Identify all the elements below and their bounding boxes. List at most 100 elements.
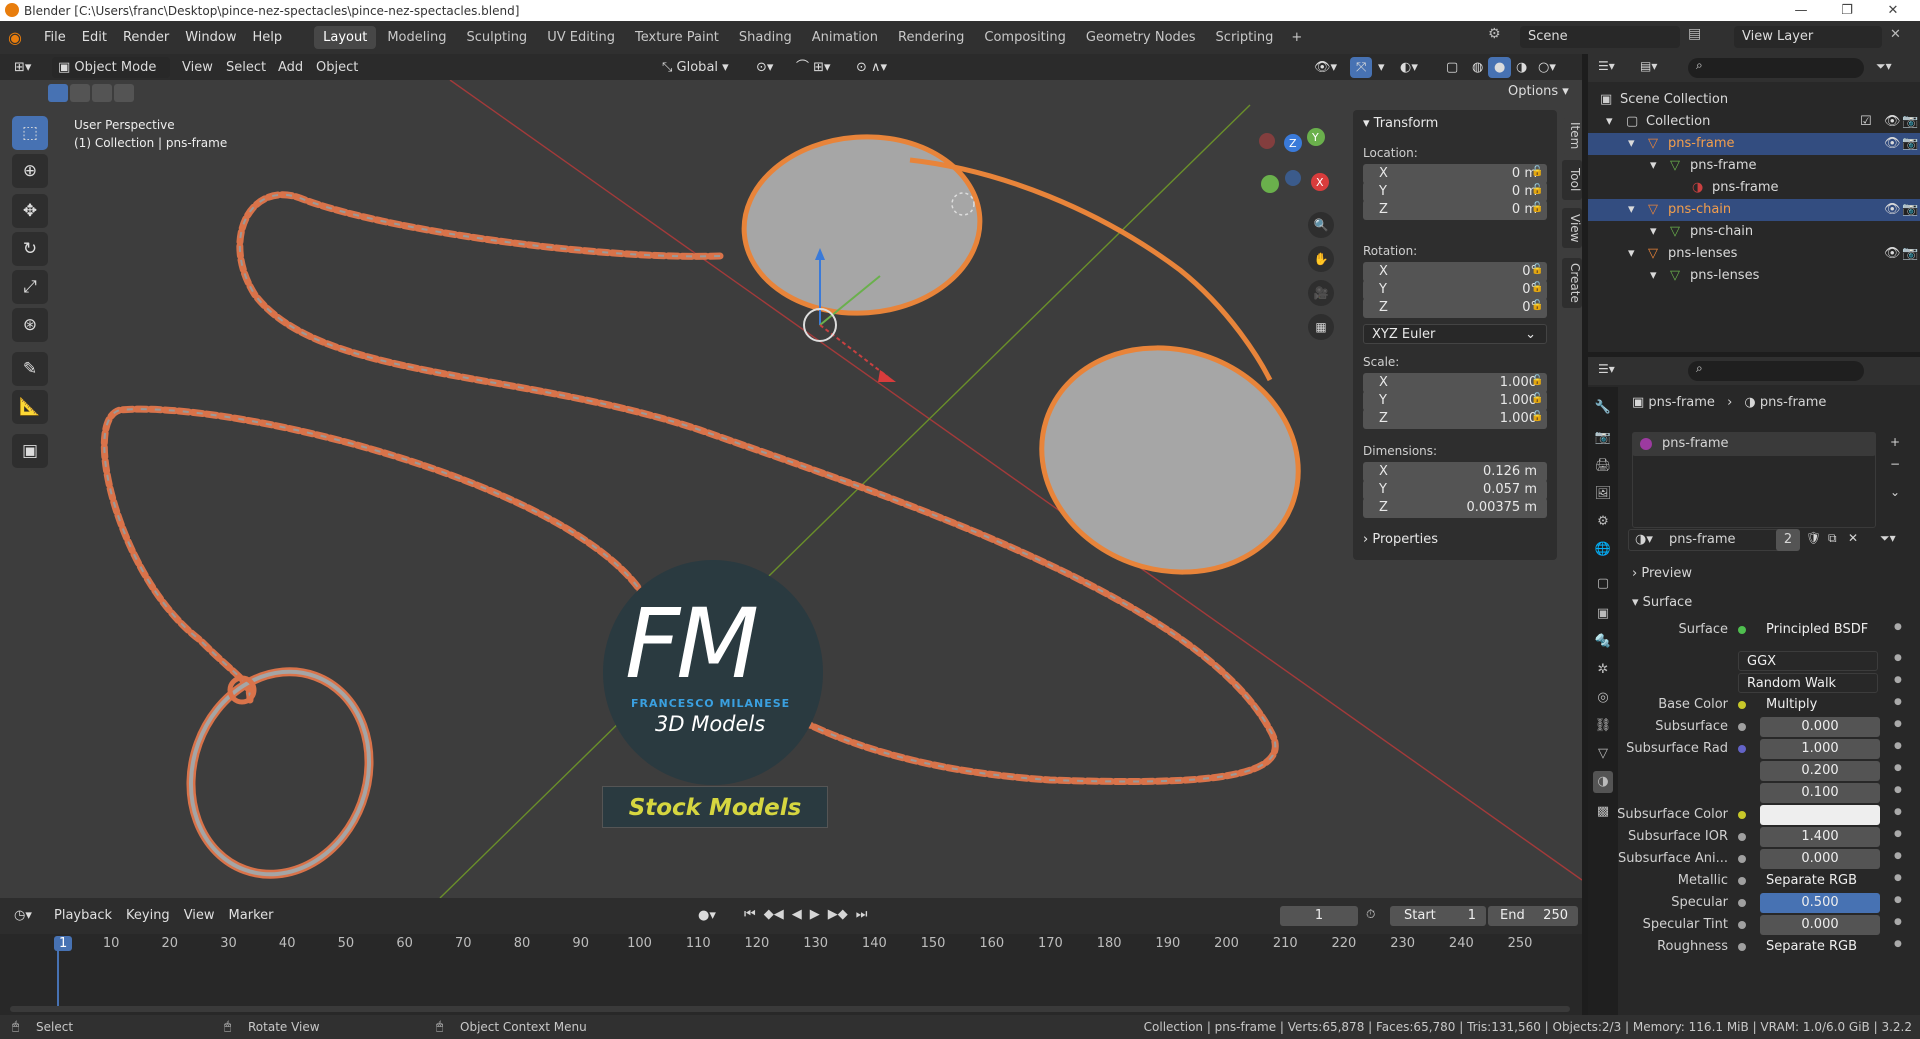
- tab-rendering[interactable]: Rendering: [889, 26, 973, 49]
- expand-icon[interactable]: ▾: [1606, 111, 1613, 133]
- camera-icon[interactable]: 📷: [1902, 133, 1918, 155]
- tab-scripting[interactable]: Scripting: [1207, 26, 1283, 49]
- visibility-icon[interactable]: 👁▾: [1308, 57, 1343, 78]
- lock-icon[interactable]: 🔓: [1531, 202, 1543, 213]
- duplicate-material-icon[interactable]: ⧉: [1828, 531, 1837, 546]
- record-icon[interactable]: ●▾: [692, 905, 722, 926]
- next-keyframe-icon[interactable]: ▶◆: [828, 907, 848, 922]
- outliner-row[interactable]: ▣ Scene Collection: [1588, 89, 1920, 111]
- keyframe-dot-icon[interactable]: ●: [1894, 719, 1902, 729]
- select-box-tool[interactable]: ⬚: [12, 116, 48, 150]
- overlay-icon[interactable]: ◐▾: [1394, 57, 1424, 78]
- select-new-icon[interactable]: [48, 84, 68, 102]
- menu-window[interactable]: Window: [177, 21, 244, 54]
- preview-panel-header[interactable]: › Preview: [1632, 566, 1692, 581]
- timeline-menu-view[interactable]: View: [180, 905, 219, 926]
- move-tool[interactable]: ✥: [12, 194, 48, 228]
- constraints-tab-icon[interactable]: ⛓: [1593, 715, 1613, 737]
- lock-icon[interactable]: 🔓: [1531, 264, 1543, 275]
- keyframe-dot-icon[interactable]: ●: [1894, 622, 1902, 632]
- menu-select[interactable]: Select: [220, 57, 272, 78]
- location-z-field[interactable]: Z0 m: [1363, 200, 1547, 220]
- jump-end-icon[interactable]: ⏭: [856, 907, 868, 922]
- socket-icon[interactable]: [1738, 745, 1746, 753]
- lock-icon[interactable]: 🔓: [1531, 166, 1543, 177]
- zoom-icon[interactable]: 🔍: [1308, 212, 1334, 238]
- menu-file[interactable]: File: [36, 21, 74, 54]
- collection-tab-icon[interactable]: ▢: [1593, 573, 1613, 595]
- prop-value[interactable]: Separate RGB: [1760, 937, 1880, 957]
- keyframe-dot-icon[interactable]: ●: [1894, 807, 1902, 817]
- remove-slot-icon[interactable]: −: [1890, 457, 1900, 471]
- surface-panel-header[interactable]: ▾ Surface: [1632, 595, 1692, 610]
- add-cube-tool[interactable]: ▣: [12, 434, 48, 468]
- measure-tool[interactable]: 📐: [12, 390, 48, 424]
- prop-value[interactable]: 0.200: [1760, 761, 1880, 781]
- add-slot-icon[interactable]: +: [1890, 435, 1900, 449]
- modifier-tab-icon[interactable]: 🔩: [1593, 631, 1613, 653]
- keyframe-dot-icon[interactable]: ●: [1894, 697, 1902, 707]
- tab-layout[interactable]: Layout: [314, 26, 377, 49]
- outliner-row[interactable]: ▾ ▢ Collection 👁 📷 ☑: [1588, 111, 1920, 133]
- outliner-editor-icon[interactable]: ☰▾: [1598, 59, 1615, 73]
- expand-icon[interactable]: ▾: [1650, 265, 1657, 287]
- timeline-menu-marker[interactable]: Marker: [225, 905, 278, 926]
- outliner-row[interactable]: ▾ ▽ pns-lenses 👁 📷: [1588, 243, 1920, 265]
- scale-y-field[interactable]: Y 1.000: [1363, 391, 1547, 411]
- properties-search-input[interactable]: ⌕: [1688, 361, 1864, 381]
- expand-icon[interactable]: ▾: [1628, 243, 1635, 265]
- eye-icon[interactable]: 👁: [1884, 133, 1901, 155]
- outliner-row[interactable]: ▾ ▽ pns-frame: [1588, 155, 1920, 177]
- keyframe-dot-icon[interactable]: ●: [1894, 895, 1902, 905]
- camera-icon[interactable]: 📷: [1902, 111, 1918, 133]
- prop-value[interactable]: 0.000: [1760, 849, 1880, 869]
- minimize-button[interactable]: —: [1778, 0, 1824, 21]
- socket-icon[interactable]: [1738, 943, 1746, 951]
- timeline-editor-icon[interactable]: ◷▾: [8, 905, 38, 926]
- prop-value[interactable]: 0.000: [1760, 915, 1880, 935]
- rotate-tool[interactable]: ↻: [12, 232, 48, 266]
- playhead[interactable]: [57, 950, 59, 1010]
- prop-dropdown[interactable]: GGX: [1738, 651, 1878, 671]
- editor-type-icon[interactable]: ⊞▾: [8, 57, 37, 78]
- socket-icon[interactable]: [1738, 877, 1746, 885]
- data-tab-icon[interactable]: ▽: [1593, 743, 1613, 765]
- gizmo-dropdown-icon[interactable]: ▾: [1372, 57, 1391, 78]
- keyframe-dot-icon[interactable]: ●: [1894, 829, 1902, 839]
- dimensions-x-field[interactable]: X 0.126 m: [1363, 462, 1547, 482]
- solid-shading-icon[interactable]: ●: [1488, 57, 1512, 78]
- expand-icon[interactable]: ▾: [1628, 133, 1635, 155]
- menu-view[interactable]: View: [176, 57, 219, 78]
- expand-icon[interactable]: ▾: [1650, 155, 1657, 177]
- keyframe-dot-icon[interactable]: ●: [1894, 741, 1902, 751]
- 3d-viewport[interactable]: Z Y X FM FRANCESCO MILANESE 3D Models St…: [0, 80, 1582, 898]
- options-dropdown[interactable]: Options ▾: [1508, 84, 1569, 99]
- wireframe-shading-icon[interactable]: ◍: [1466, 57, 1489, 78]
- maximize-button[interactable]: ❐: [1824, 0, 1870, 21]
- outliner-row[interactable]: ▾ ▽ pns-lenses: [1588, 265, 1920, 287]
- socket-icon[interactable]: [1738, 701, 1746, 709]
- select-subtract-icon[interactable]: [92, 84, 112, 102]
- menu-object[interactable]: Object: [310, 57, 364, 78]
- object-tab-icon[interactable]: ▣: [1593, 603, 1613, 625]
- prop-value[interactable]: 1.000: [1760, 739, 1880, 759]
- close-view-layer-icon[interactable]: ✕: [1890, 27, 1901, 42]
- render-tab-icon[interactable]: 📷: [1593, 427, 1613, 449]
- transform-tool[interactable]: ⊛: [12, 308, 48, 342]
- outliner-row[interactable]: ▾ ▽ pns-frame 👁 📷: [1588, 133, 1920, 155]
- socket-icon[interactable]: [1738, 833, 1746, 841]
- lock-icon[interactable]: 🔓: [1531, 282, 1543, 293]
- annotate-tool[interactable]: ✎: [12, 352, 48, 386]
- keyframe-dot-icon[interactable]: ●: [1894, 653, 1902, 663]
- properties-editor-icon[interactable]: ☰▾: [1598, 362, 1615, 376]
- filter-icon[interactable]: ⏷▾: [1876, 59, 1892, 74]
- color-swatch[interactable]: [1760, 805, 1880, 825]
- keyframe-dot-icon[interactable]: ●: [1894, 851, 1902, 861]
- lock-icon[interactable]: 🔓: [1531, 300, 1543, 311]
- particles-tab-icon[interactable]: ✲: [1593, 659, 1613, 681]
- tab-view[interactable]: View: [1562, 208, 1582, 248]
- fake-user-icon[interactable]: 🛡: [1806, 531, 1821, 545]
- gizmo-toggle-icon[interactable]: ⤧: [1350, 57, 1373, 78]
- socket-icon[interactable]: [1738, 811, 1746, 819]
- unlink-material-icon[interactable]: ✕: [1848, 531, 1858, 545]
